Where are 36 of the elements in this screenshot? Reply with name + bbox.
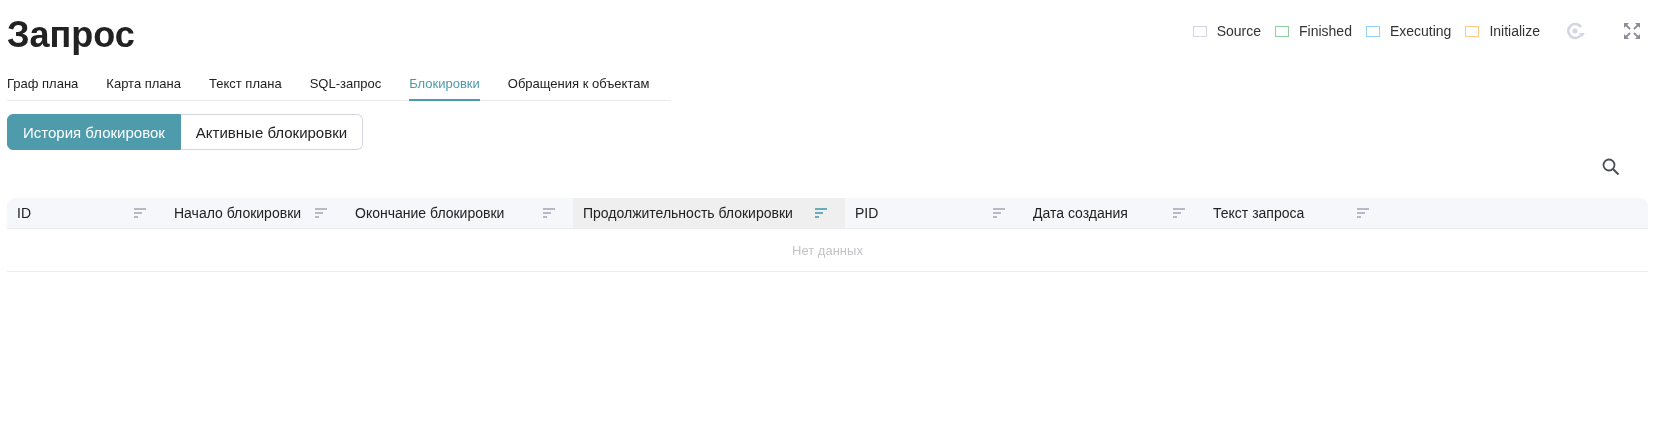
tab[interactable]: Карта плана: [106, 76, 181, 101]
tab[interactable]: Граф плана: [7, 76, 79, 101]
column-header[interactable]: Окончание блокировки: [345, 198, 573, 228]
tab[interactable]: Текст плана: [209, 76, 282, 101]
legend-label: Executing: [1389, 23, 1452, 39]
sort-icon[interactable]: [315, 208, 327, 218]
search-icon[interactable]: [1602, 158, 1620, 176]
column-label: Окончание блокировки: [355, 205, 505, 221]
column-header[interactable]: Текст запроса: [1203, 198, 1387, 228]
tab[interactable]: Обращения к объектам: [507, 76, 650, 101]
segment-button[interactable]: Активные блокировки: [180, 114, 364, 150]
sort-icon[interactable]: [993, 208, 1005, 218]
column-label: ID: [17, 205, 31, 221]
column-label: Текст запроса: [1213, 205, 1305, 221]
fullscreen-icon[interactable]: [1624, 23, 1640, 39]
column-header[interactable]: ID: [7, 198, 164, 228]
column-label: PID: [855, 205, 879, 221]
column-label: Начало блокировки: [174, 205, 302, 221]
column-label: Дата создания: [1033, 205, 1128, 221]
sort-icon[interactable]: [134, 208, 146, 218]
legend-label: Initialize: [1489, 23, 1540, 39]
sort-icon[interactable]: [1357, 208, 1369, 218]
column-header[interactable]: PID: [845, 198, 1023, 228]
column-header[interactable]: Начало блокировки: [164, 198, 345, 228]
column-header[interactable]: Продолжительность блокировки: [573, 198, 845, 228]
legend-label: Source: [1216, 23, 1261, 39]
empty-message: Нет данных: [792, 242, 863, 258]
column-label: Продолжительность блокировки: [583, 205, 793, 221]
page-title: Запрос: [7, 13, 135, 57]
legend-label: Finished: [1299, 23, 1352, 39]
sort-icon[interactable]: [1173, 208, 1185, 218]
sort-icon[interactable]: [543, 208, 555, 218]
tab[interactable]: SQL-запрос: [309, 76, 382, 101]
sort-icon[interactable]: [815, 208, 827, 218]
column-header[interactable]: Дата создания: [1023, 198, 1203, 228]
refresh-icon[interactable]: [1566, 22, 1586, 40]
